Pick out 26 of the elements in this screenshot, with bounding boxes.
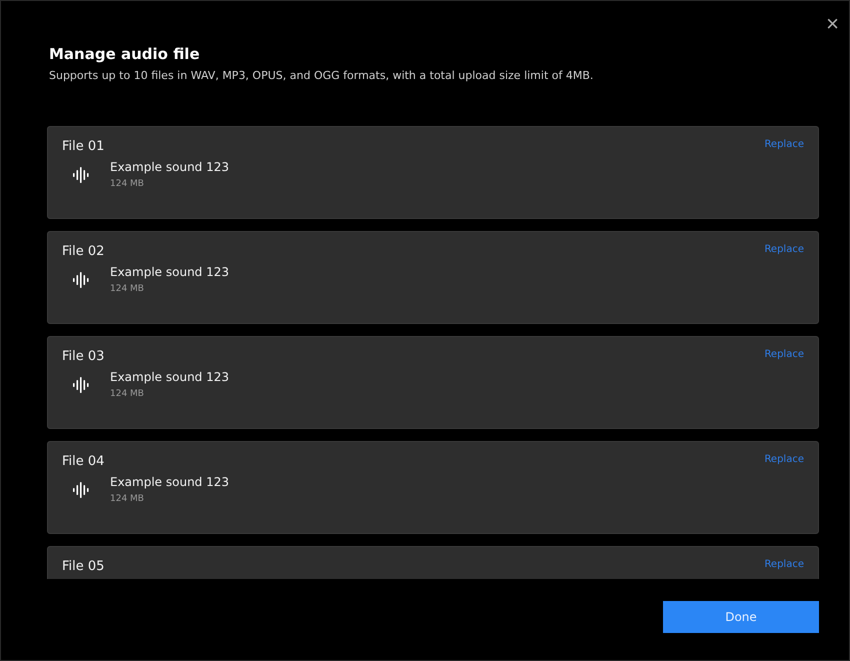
file-size: 124 MB — [110, 284, 145, 294]
sound-name: Example sound 123 — [110, 160, 230, 174]
sound-name: Example sound 123 — [110, 370, 230, 384]
replace-link[interactable]: Replace — [764, 454, 804, 465]
file-size: 124 MB — [110, 494, 145, 504]
file-label: File 03 — [62, 349, 104, 364]
replace-link[interactable]: Replace — [764, 244, 804, 255]
sound-name: Example sound 123 — [110, 475, 230, 489]
sound-wave-icon — [72, 270, 90, 290]
replace-link[interactable]: Replace — [764, 349, 804, 360]
close-button[interactable]: × — [822, 13, 843, 35]
replace-link[interactable]: Replace — [764, 139, 804, 150]
file-label: File 04 — [62, 454, 104, 469]
dialog-title: Manage audio file — [49, 45, 201, 63]
sound-wave-icon — [72, 480, 90, 500]
sound-name: Example sound 123 — [110, 265, 230, 279]
dialog-description: Supports up to 10 files in WAV, MP3, OPUS, and OGG formats, with a total upload size limit of 4MB. — [49, 69, 594, 82]
sound-wave-icon — [72, 374, 90, 394]
file-label: File 01 — [62, 139, 104, 154]
file-size: 124 MB — [110, 389, 145, 399]
done-button[interactable]: Done — [663, 601, 819, 633]
file-size: 124 MB — [110, 179, 145, 189]
file-label: File 05 — [62, 559, 104, 574]
sound-wave-icon — [72, 164, 90, 184]
file-label: File 02 — [62, 244, 104, 259]
replace-link[interactable]: Replace — [764, 559, 804, 570]
